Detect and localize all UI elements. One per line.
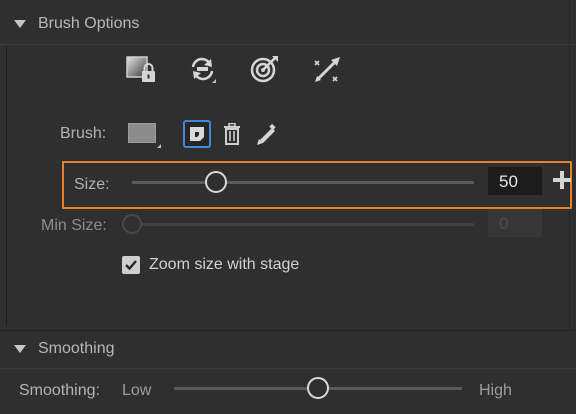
collapse-triangle-icon xyxy=(14,20,26,28)
min-size-slider-track[interactable] xyxy=(132,223,474,226)
min-size-label: Min Size: xyxy=(41,217,107,234)
min-size-slider-thumb[interactable] xyxy=(122,214,142,234)
rotate-brush-icon xyxy=(191,57,216,83)
header-divider xyxy=(0,44,576,45)
brush-options-header[interactable]: Brush Options xyxy=(0,2,576,46)
tilt-pen-icon xyxy=(314,57,340,82)
pressure-target-icon xyxy=(250,56,278,83)
brush-options-title: Brush Options xyxy=(38,15,140,32)
panel-left-border xyxy=(6,46,7,326)
brush-shape-selected-button[interactable] xyxy=(183,120,211,148)
smoothing-slider-thumb[interactable] xyxy=(307,377,329,399)
delete-brush-button[interactable] xyxy=(220,120,244,148)
brush-shape-corner-icon xyxy=(190,127,204,141)
trash-icon xyxy=(224,123,240,145)
brush-shape-swatch[interactable] xyxy=(128,123,156,143)
pencil-icon xyxy=(257,123,276,145)
min-size-value-field[interactable]: 0 xyxy=(488,209,542,237)
brush-label: Brush: xyxy=(60,125,107,142)
size-slider-track[interactable] xyxy=(132,181,474,184)
smoothing-label: Smoothing: xyxy=(19,382,100,399)
size-value-field[interactable]: 50 xyxy=(488,167,542,195)
smoothing-header-divider xyxy=(0,368,576,369)
zoom-size-label: Zoom size with stage xyxy=(149,256,300,273)
pressure-button[interactable] xyxy=(248,53,282,85)
tilt-button[interactable] xyxy=(310,53,344,85)
dropdown-corner-icon xyxy=(157,144,161,148)
collapse-triangle-icon xyxy=(14,345,26,353)
size-label: Size: xyxy=(74,176,110,193)
smoothing-header[interactable]: Smoothing xyxy=(0,327,576,371)
smoothing-low-label: Low xyxy=(122,382,152,399)
edit-brush-button[interactable] xyxy=(253,120,279,148)
brush-tool-row xyxy=(124,53,344,85)
zoom-size-checkbox[interactable] xyxy=(122,256,140,274)
add-size-icon[interactable] xyxy=(552,170,572,190)
rotate-brush-button[interactable] xyxy=(186,53,220,85)
smoothing-high-label: High xyxy=(479,382,512,399)
lock-fill-button[interactable] xyxy=(124,53,158,85)
size-slider-thumb[interactable] xyxy=(205,171,227,193)
lock-fill-icon xyxy=(126,56,155,82)
checkmark-icon xyxy=(125,260,137,271)
smoothing-title: Smoothing xyxy=(38,340,115,357)
brush-properties-panel: Brush Options Brush: Size: 50 Min Size: … xyxy=(0,0,576,414)
